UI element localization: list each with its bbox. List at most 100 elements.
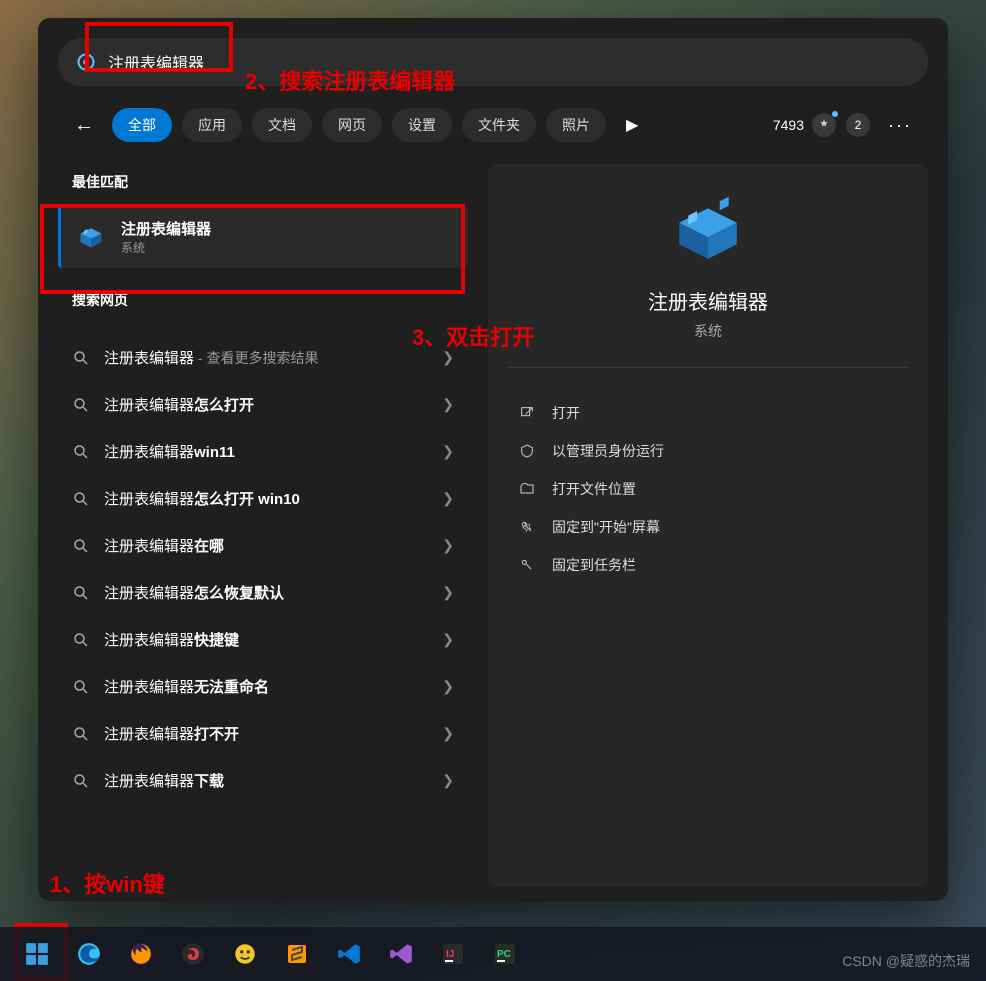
web-result-item[interactable]: 注册表编辑器打不开 ❯: [58, 710, 468, 757]
tab-web[interactable]: 网页: [322, 108, 382, 142]
web-result-item[interactable]: 注册表编辑器怎么打开❯: [58, 381, 468, 428]
web-result-text: 注册表编辑器怎么打开 win10: [104, 488, 428, 509]
preview-pane: 注册表编辑器 系统 打开以管理员身份运行打开文件位置固定到"开始"屏幕固定到任务…: [488, 164, 928, 887]
action-2[interactable]: 打开文件位置: [508, 470, 908, 508]
preview-app-icon: [508, 194, 908, 266]
rewards-points[interactable]: 7493: [773, 113, 836, 137]
search-icon: [72, 396, 90, 414]
best-match-subtitle: 系统: [121, 239, 211, 256]
svg-text:IJ: IJ: [446, 949, 454, 960]
chevron-right-icon: ❯: [442, 537, 454, 554]
web-result-item[interactable]: 注册表编辑器怎么打开 win10 ❯: [58, 475, 468, 522]
action-0[interactable]: 打开: [508, 394, 908, 432]
best-match-title: 注册表编辑器: [121, 218, 211, 239]
actions-list: 打开以管理员身份运行打开文件位置固定到"开始"屏幕固定到任务栏: [508, 394, 908, 584]
chevron-right-icon: ❯: [442, 490, 454, 507]
search-icon: [72, 584, 90, 602]
action-icon: [518, 404, 536, 422]
annotation-step1: 1、按win键: [50, 867, 165, 899]
app-icon-yellow[interactable]: [230, 939, 260, 969]
visualstudio-icon[interactable]: [386, 939, 416, 969]
more-tabs-button[interactable]: ▶: [616, 109, 648, 141]
action-label: 打开文件位置: [552, 479, 636, 499]
start-button[interactable]: [22, 939, 52, 969]
search-icon: [72, 725, 90, 743]
web-result-item[interactable]: 注册表编辑器 - 查看更多搜索结果❯: [58, 334, 468, 381]
notifications-badge[interactable]: 2: [846, 113, 870, 137]
search-bar[interactable]: [58, 38, 928, 86]
chevron-right-icon: ❯: [442, 631, 454, 648]
search-icon: [72, 490, 90, 508]
taskbar: IJ PC: [0, 927, 986, 981]
search-icon: [72, 631, 90, 649]
web-result-text: 注册表编辑器快捷键: [104, 629, 428, 650]
action-4[interactable]: 固定到任务栏: [508, 546, 908, 584]
annotation-step3: 3、双击打开: [412, 320, 534, 352]
web-result-text: 注册表编辑器怎么打开: [104, 394, 428, 415]
tab-all[interactable]: 全部: [112, 108, 172, 142]
chevron-right-icon: ❯: [442, 584, 454, 601]
action-label: 固定到任务栏: [552, 555, 636, 575]
firefox-icon[interactable]: [126, 939, 156, 969]
tab-photos[interactable]: 照片: [546, 108, 606, 142]
best-match-item[interactable]: 注册表编辑器 系统: [58, 206, 468, 268]
web-result-text: 注册表编辑器下载: [104, 770, 428, 791]
action-icon: [518, 518, 536, 536]
best-match-header: 最佳匹配: [58, 164, 468, 206]
action-label: 固定到"开始"屏幕: [552, 517, 660, 537]
edge-icon[interactable]: [74, 939, 104, 969]
tab-documents[interactable]: 文档: [252, 108, 312, 142]
action-label: 以管理员身份运行: [552, 441, 664, 461]
intellij-icon[interactable]: IJ: [438, 939, 468, 969]
web-results-list: 注册表编辑器 - 查看更多搜索结果❯注册表编辑器怎么打开❯注册表编辑器win11…: [58, 334, 468, 804]
tabs-row: ← 全部 应用 文档 网页 设置 文件夹 照片 ▶ 7493 2 ···: [58, 108, 928, 142]
chevron-right-icon: ❯: [442, 678, 454, 695]
web-result-item[interactable]: 注册表编辑器无法重命名 ❯: [58, 663, 468, 710]
back-button[interactable]: ←: [66, 110, 102, 141]
web-result-text: 注册表编辑器打不开: [104, 723, 428, 744]
action-3[interactable]: 固定到"开始"屏幕: [508, 508, 908, 546]
divider: [508, 367, 908, 368]
search-icon: [72, 678, 90, 696]
vscode-icon[interactable]: [334, 939, 364, 969]
search-icon: [72, 537, 90, 555]
more-options-button[interactable]: ···: [880, 111, 920, 140]
windows-search-panel: ← 全部 应用 文档 网页 设置 文件夹 照片 ▶ 7493 2 ··· 最佳匹…: [38, 18, 948, 901]
web-result-text: 注册表编辑器怎么恢复默认: [104, 582, 428, 603]
pycharm-icon[interactable]: PC: [490, 939, 520, 969]
web-result-text: 注册表编辑器无法重命名: [104, 676, 428, 697]
search-input[interactable]: [108, 53, 910, 71]
search-icon: [72, 772, 90, 790]
web-result-item[interactable]: 注册表编辑器下载❯: [58, 757, 468, 804]
rewards-medal-icon: [812, 113, 836, 137]
copilot-icon: [76, 52, 96, 72]
web-result-text: 注册表编辑器win11: [104, 441, 428, 462]
action-icon: [518, 556, 536, 574]
web-result-item[interactable]: 注册表编辑器怎么恢复默认 ❯: [58, 569, 468, 616]
action-icon: [518, 442, 536, 460]
tab-folders[interactable]: 文件夹: [462, 108, 536, 142]
web-results-header: 搜索网页: [58, 282, 468, 324]
web-result-item[interactable]: 注册表编辑器win11 ❯: [58, 428, 468, 475]
action-label: 打开: [552, 403, 580, 423]
action-icon: [518, 480, 536, 498]
annotation-step2: 2、搜索注册表编辑器: [245, 64, 455, 96]
search-icon: [72, 443, 90, 461]
app-icon-red[interactable]: [178, 939, 208, 969]
chevron-right-icon: ❯: [442, 443, 454, 460]
web-result-item[interactable]: 注册表编辑器快捷键 ❯: [58, 616, 468, 663]
web-result-text: 注册表编辑器在哪: [104, 535, 428, 556]
watermark: CSDN @疑惑的杰瑞: [842, 951, 970, 971]
action-1[interactable]: 以管理员身份运行: [508, 432, 908, 470]
sublime-icon[interactable]: [282, 939, 312, 969]
search-icon: [72, 349, 90, 367]
svg-text:PC: PC: [497, 949, 511, 960]
chevron-right-icon: ❯: [442, 725, 454, 742]
preview-subtitle: 系统: [508, 321, 908, 341]
web-result-text: 注册表编辑器 - 查看更多搜索结果: [104, 347, 428, 368]
results-column: 最佳匹配 注册表编辑器 系统: [58, 164, 468, 887]
preview-title: 注册表编辑器: [508, 286, 908, 315]
tab-apps[interactable]: 应用: [182, 108, 242, 142]
tab-settings[interactable]: 设置: [392, 108, 452, 142]
web-result-item[interactable]: 注册表编辑器在哪 ❯: [58, 522, 468, 569]
